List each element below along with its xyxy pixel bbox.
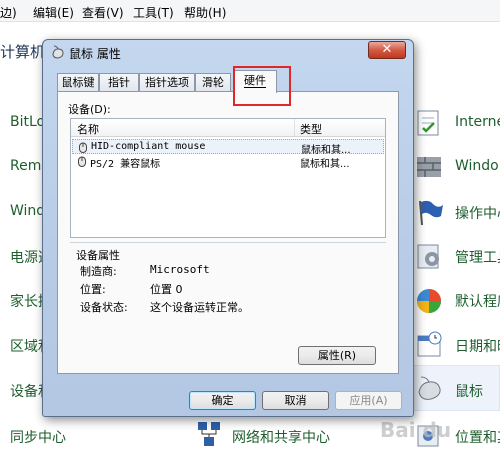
cp-item-bitlocker[interactable]: BitLo xyxy=(10,114,45,130)
column-header-type[interactable]: 类型 xyxy=(300,121,322,137)
cp-item-administrative-tools[interactable]: 管理工具 xyxy=(455,247,500,267)
default-programs-icon xyxy=(417,289,441,313)
mouse-icon xyxy=(418,376,441,400)
menu-item-file[interactable]: 边) xyxy=(0,4,17,21)
action-center-icon xyxy=(419,200,443,226)
mouse-device-icon xyxy=(79,142,87,153)
manufacturer-label: 制造商: xyxy=(80,265,117,278)
cp-item-sync-center[interactable]: 同步中心 xyxy=(10,427,66,447)
network-sharing-icon xyxy=(198,422,220,446)
column-header-name[interactable]: 名称 xyxy=(77,121,99,137)
cp-item-location-sensors[interactable]: 位置和其 xyxy=(455,427,500,447)
device-status-label: 设备状态: xyxy=(80,301,128,314)
cancel-button[interactable]: 取消 xyxy=(262,391,329,410)
watermark: Bai du xyxy=(380,418,452,442)
location-value: 位置 0 xyxy=(150,283,183,296)
tab-strip: 鼠标键 指针 指针选项 滑轮 硬件 xyxy=(57,70,399,93)
properties-button[interactable]: 属性(R) xyxy=(298,346,376,365)
highlight-annotation xyxy=(233,66,291,106)
cp-item-internet-options[interactable]: Interne xyxy=(455,114,500,130)
device-name: PS/2 兼容鼠标 xyxy=(90,159,161,170)
device-list-header: 名称 类型 xyxy=(71,119,385,137)
mouse-properties-dialog: 鼠标 属性 ✕ 鼠标键 指针 指针选项 滑轮 硬件 设备(D): 名称 类型 H… xyxy=(42,39,414,417)
device-properties-group: 设备属性 制造商: Microsoft 位置: 位置 0 设备状态: 这个设备运… xyxy=(70,242,386,362)
device-type: 鼠标和其... xyxy=(300,159,350,170)
menu-bar: 边) 编辑(E) 查看(V) 工具(T) 帮助(H) xyxy=(0,0,500,22)
devices-label: 设备(D): xyxy=(68,103,111,116)
device-name: HID-compliant mouse xyxy=(91,141,206,152)
administrative-tools-icon xyxy=(417,244,439,269)
tab-pointer-options[interactable]: 指针选项 xyxy=(139,73,195,92)
windows-firewall-icon xyxy=(417,157,441,177)
dialog-titlebar[interactable]: 鼠标 属性 ✕ xyxy=(43,40,413,64)
manufacturer-value: Microsoft xyxy=(150,263,210,276)
column-separator[interactable] xyxy=(294,119,295,136)
apply-button[interactable]: 应用(A) xyxy=(335,391,402,410)
close-icon: ✕ xyxy=(381,42,393,57)
cp-item-action-center[interactable]: 操作中心 xyxy=(455,203,500,223)
menu-item-view[interactable]: 查看(V) xyxy=(82,4,124,21)
cp-item-default-programs[interactable]: 默认程序 xyxy=(455,291,500,311)
device-row[interactable]: PS/2 兼容鼠标 鼠标和其... xyxy=(72,154,384,170)
close-button[interactable]: ✕ xyxy=(368,41,406,59)
tab-pointers[interactable]: 指针 xyxy=(99,73,139,92)
device-status-value: 这个设备运转正常。 xyxy=(150,301,249,314)
date-time-icon xyxy=(417,331,442,357)
menu-item-tools[interactable]: 工具(T) xyxy=(133,4,174,21)
internet-options-icon xyxy=(417,110,439,136)
menu-item-help[interactable]: 帮助(H) xyxy=(184,4,226,21)
device-row[interactable]: HID-compliant mouse 鼠标和其... xyxy=(72,139,384,156)
location-label: 位置: xyxy=(80,283,106,296)
cp-item-mouse[interactable]: 鼠标 xyxy=(455,381,483,401)
cp-item-date-time[interactable]: 日期和时 xyxy=(455,336,500,356)
menu-item-edit[interactable]: 编辑(E) xyxy=(33,4,74,21)
dialog-title: 鼠标 属性 xyxy=(69,47,121,61)
tab-mouse-buttons[interactable]: 鼠标键 xyxy=(57,73,99,92)
device-list[interactable]: 名称 类型 HID-compliant mouse 鼠标和其... PS/2 兼… xyxy=(70,118,386,238)
cp-item-network-sharing-center[interactable]: 网络和共享中心 xyxy=(232,427,330,447)
cp-item-windows-cardspace[interactable]: Wind xyxy=(10,203,45,219)
cp-item-windows-firewall[interactable]: Windo xyxy=(455,158,499,174)
tab-wheel[interactable]: 滑轮 xyxy=(195,73,231,92)
hardware-tab-panel: 设备(D): 名称 类型 HID-compliant mouse 鼠标和其... xyxy=(57,91,399,374)
device-properties-title: 设备属性 xyxy=(76,249,120,262)
mouse-title-icon xyxy=(52,45,64,59)
mouse-device-icon xyxy=(78,156,86,167)
ok-button[interactable]: 确定 xyxy=(189,391,256,410)
breadcrumb-computer[interactable]: 计算机 xyxy=(0,41,45,62)
